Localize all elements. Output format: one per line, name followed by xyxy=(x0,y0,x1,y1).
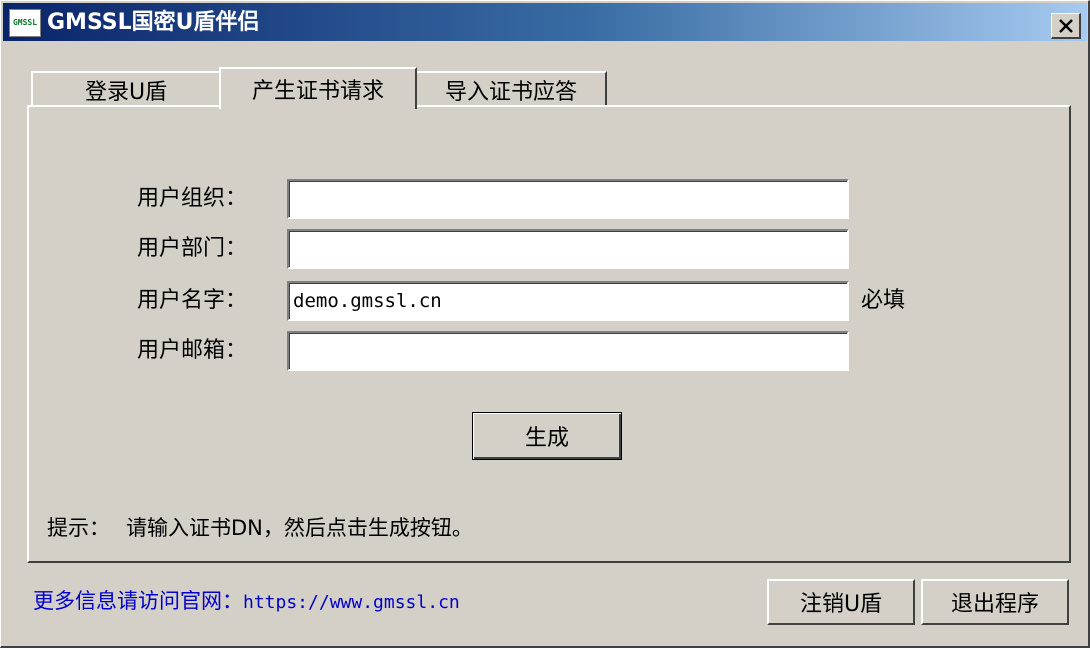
name-label: 用户名字： xyxy=(136,288,247,313)
dept-label: 用户部门： xyxy=(136,236,247,261)
hint-message: 请输入证书DN，然后点击生成按钮。 xyxy=(126,516,473,540)
title-bar[interactable]: GMSSL GMSSL国密U盾伴侣 xyxy=(3,3,1087,41)
website-info-label: 更多信息请访问官网： xyxy=(33,589,243,613)
email-label: 用户邮箱： xyxy=(136,338,247,363)
email-input[interactable] xyxy=(287,331,849,371)
logout-ukey-button[interactable]: 注销U盾 xyxy=(767,579,915,625)
app-window: GMSSL GMSSL国密U盾伴侣 登录U盾 产生证书请求 导入证书应答 用户组… xyxy=(0,0,1090,648)
hint-label: 提示： xyxy=(47,516,110,540)
app-logo-icon: GMSSL xyxy=(9,9,41,37)
website-link[interactable]: https://www.gmssl.cn xyxy=(243,592,460,613)
close-button[interactable] xyxy=(1051,13,1081,39)
close-icon xyxy=(1058,18,1073,33)
tab-login-ukey[interactable]: 登录U盾 xyxy=(31,71,221,107)
exit-button[interactable]: 退出程序 xyxy=(921,579,1069,625)
window-title: GMSSL国密U盾伴侣 xyxy=(47,10,260,35)
name-input[interactable] xyxy=(287,281,849,321)
hint-text: 提示： 请输入证书DN，然后点击生成按钮。 xyxy=(47,511,473,545)
org-input[interactable] xyxy=(287,179,849,219)
generate-button[interactable]: 生成 xyxy=(472,412,622,460)
tab-panel-generate-csr: 用户组织： 用户部门： 用户名字： 必填 用户邮箱： 生成 提示： 请输入证书DN… xyxy=(27,105,1071,563)
org-label: 用户组织： xyxy=(136,186,247,211)
dept-input[interactable] xyxy=(287,229,849,269)
tab-import-cert[interactable]: 导入证书应答 xyxy=(415,71,607,107)
tab-generate-csr[interactable]: 产生证书请求 xyxy=(219,67,417,109)
name-required-note: 必填 xyxy=(861,288,906,313)
website-info: 更多信息请访问官网：https://www.gmssl.cn xyxy=(33,585,460,617)
